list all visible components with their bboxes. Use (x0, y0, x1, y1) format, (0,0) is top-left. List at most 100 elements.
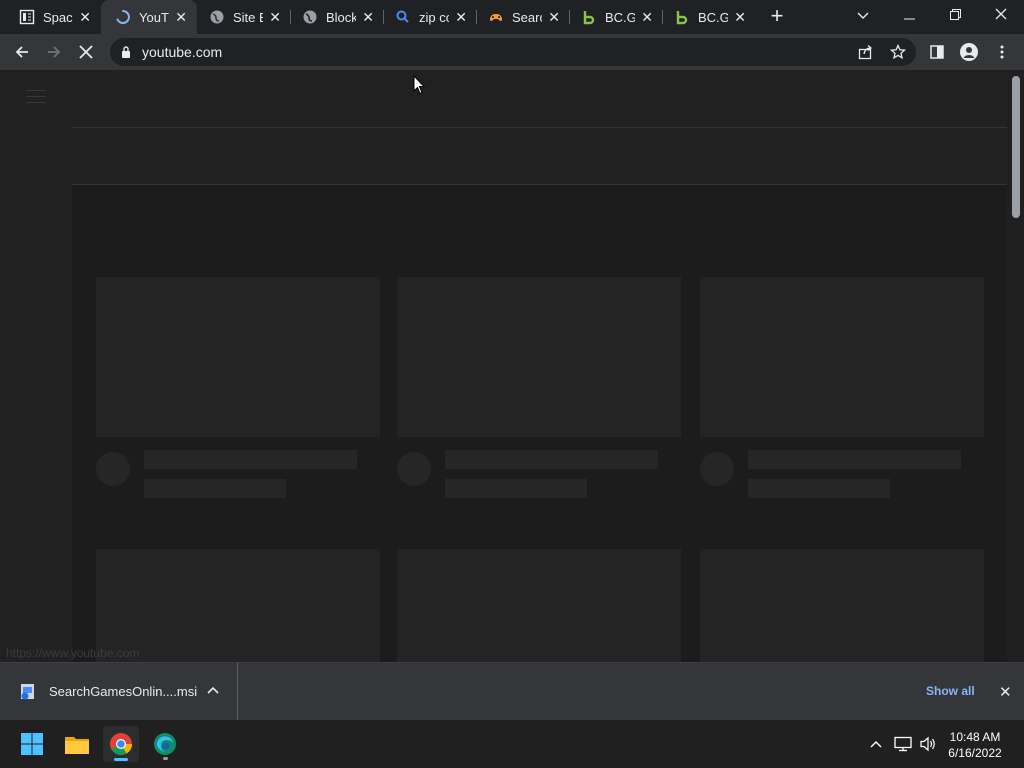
side-panel-button[interactable] (925, 40, 949, 64)
channel-avatar-skeleton (397, 452, 431, 486)
tab-title: BC.Ga (605, 9, 635, 25)
stop-icon (79, 45, 93, 59)
profile-button[interactable] (957, 40, 981, 64)
browser-menu-button[interactable] (990, 40, 1014, 64)
close-icon[interactable]: ✕ (734, 9, 746, 25)
youtube-header-placeholder (72, 70, 1007, 128)
tab-bc-game-1[interactable]: BC.Ga ✕ (567, 0, 663, 34)
youtube-guide-sidebar (0, 70, 72, 662)
bc-game-icon (674, 9, 690, 25)
url-text[interactable]: youtube.com (142, 44, 222, 60)
tab-title: BC.Ga (698, 9, 728, 25)
kebab-menu-icon (1000, 45, 1004, 59)
tab-title: Block (326, 9, 356, 25)
volume-button[interactable] (918, 734, 938, 754)
tab-search-button[interactable] (840, 0, 886, 30)
chrome-icon (110, 733, 132, 755)
globe-icon (209, 9, 225, 25)
youtube-chips-bar-placeholder (72, 128, 1007, 185)
active-app-indicator (114, 758, 128, 761)
show-hidden-icons-button[interactable] (866, 734, 886, 754)
meta-line-skeleton (748, 479, 890, 498)
chevron-up-icon[interactable] (206, 683, 220, 697)
tab-site-b[interactable]: Site B ✕ (195, 0, 291, 34)
clock-time: 10:48 AM (949, 730, 1001, 744)
video-thumbnail-skeleton (700, 277, 984, 437)
tab-title: Searc (512, 9, 542, 25)
meta-line-skeleton (144, 479, 286, 498)
link-status-url: https://www.youtube.com (6, 646, 140, 660)
restore-icon (949, 9, 961, 20)
tab-youtube[interactable]: YouTu ✕ (101, 0, 197, 34)
title-line-skeleton (445, 450, 658, 469)
hamburger-menu-icon[interactable] (26, 90, 46, 106)
tab-bc-game-2[interactable]: BC.Ga ✕ (660, 0, 756, 34)
network-button[interactable] (893, 734, 913, 754)
download-bar: SearchGamesOnlin....msi Show all ✕ (0, 662, 1024, 720)
tab-title: zip co (419, 9, 449, 25)
windows-taskbar: 10:48 AM 6/16/2022 (0, 720, 1024, 768)
minimize-button[interactable] (886, 0, 932, 30)
close-icon[interactable]: ✕ (175, 9, 187, 25)
tab-title: Space (43, 9, 73, 25)
side-panel-icon (930, 45, 944, 59)
close-icon[interactable]: ✕ (455, 9, 467, 25)
restore-button[interactable] (932, 0, 978, 30)
edge-icon (154, 733, 176, 755)
address-bar[interactable]: youtube.com (110, 38, 916, 66)
file-explorer-button[interactable] (59, 726, 95, 762)
clock-date: 6/16/2022 (948, 746, 1002, 760)
gamepad-icon (488, 9, 504, 25)
bc-game-icon (581, 9, 597, 25)
title-line-skeleton (748, 450, 961, 469)
meta-line-skeleton (445, 479, 587, 498)
folder-icon (65, 737, 89, 754)
close-icon[interactable]: ✕ (362, 9, 374, 25)
globe-icon (302, 9, 318, 25)
close-icon[interactable]: ✕ (548, 9, 560, 25)
share-icon[interactable] (858, 44, 874, 60)
scrollbar-thumb[interactable] (1012, 76, 1020, 218)
page-viewport: https://www.youtube.com (0, 70, 1024, 662)
close-icon (995, 8, 1007, 20)
arrow-left-icon (15, 46, 28, 58)
tab-space[interactable]: Space ✕ (5, 0, 101, 34)
loading-spinner-icon (115, 9, 131, 25)
page-scrollbar[interactable] (1008, 70, 1024, 662)
tab-block[interactable]: Block ✕ (288, 0, 384, 34)
search-icon (395, 9, 411, 25)
lock-icon[interactable] (121, 46, 131, 58)
network-icon (894, 736, 912, 752)
close-window-button[interactable] (978, 0, 1024, 30)
download-item[interactable]: SearchGamesOnlin....msi (0, 663, 238, 720)
close-icon[interactable]: ✕ (269, 9, 281, 25)
close-download-bar-button[interactable]: ✕ (999, 683, 1012, 701)
profile-avatar-icon (960, 43, 978, 61)
show-all-downloads-link[interactable]: Show all (926, 684, 975, 698)
video-thumbnail-skeleton (397, 277, 681, 437)
video-grid-skeleton (72, 185, 1007, 662)
minimize-icon (903, 18, 915, 20)
tab-title: YouTu (139, 9, 169, 25)
close-icon[interactable]: ✕ (641, 9, 653, 25)
stop-loading-button[interactable] (74, 40, 98, 64)
chevron-down-icon (857, 12, 869, 19)
close-icon[interactable]: ✕ (79, 9, 91, 25)
bookmark-star-icon[interactable] (890, 44, 906, 60)
running-app-indicator (163, 757, 168, 760)
edge-taskbar-button[interactable] (147, 726, 183, 762)
title-line-skeleton (144, 450, 357, 469)
tab-search-games[interactable]: Searc ✕ (474, 0, 570, 34)
speaker-icon (920, 736, 935, 752)
tab-strip: Space ✕ YouTu ✕ Site B ✕ Block ✕ zip co … (0, 0, 1024, 34)
chrome-taskbar-button[interactable] (103, 726, 139, 762)
start-button[interactable] (14, 726, 50, 762)
forward-button[interactable] (42, 40, 66, 64)
new-tab-button[interactable]: + (766, 5, 788, 28)
chevron-up-icon (870, 741, 882, 748)
back-button[interactable] (10, 40, 34, 64)
windows-logo-icon (21, 733, 43, 755)
tab-zip-code[interactable]: zip co ✕ (381, 0, 477, 34)
taskbar-clock[interactable]: 10:48 AM 6/16/2022 (940, 729, 1010, 761)
tab-title: Site B (233, 9, 263, 25)
